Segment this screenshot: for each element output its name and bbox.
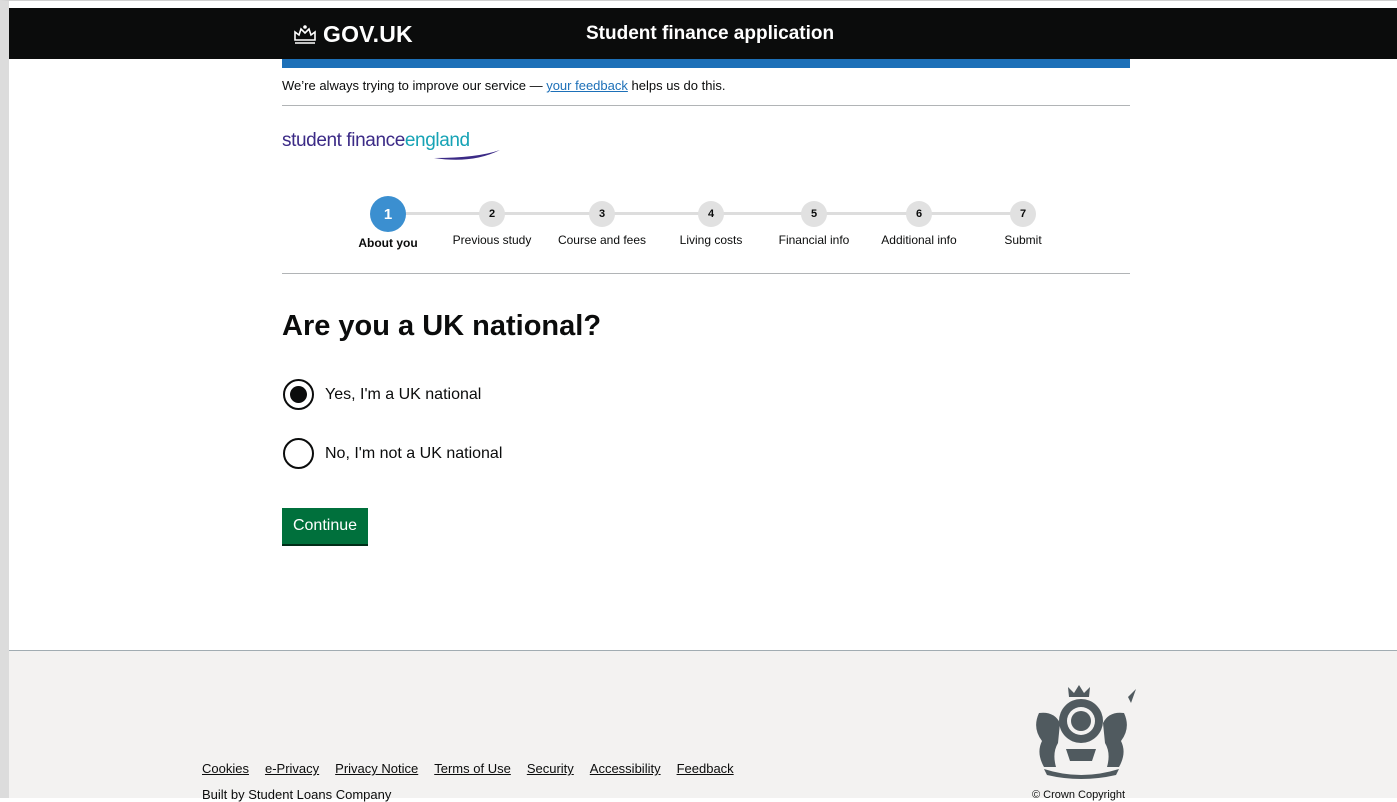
continue-button[interactable]: Continue <box>282 508 368 544</box>
feedback-suffix: helps us do this. <box>631 78 726 93</box>
step-number: 7 <box>1010 201 1036 227</box>
footer-link-eprivacy[interactable]: e-Privacy <box>265 761 319 776</box>
radio-button[interactable] <box>283 438 314 469</box>
crown-icon <box>294 25 316 44</box>
step-number: 4 <box>698 201 724 227</box>
feedback-banner: We’re always trying to improve our servi… <box>282 68 1130 106</box>
radio-button-selected[interactable] <box>283 379 314 410</box>
step-label: Course and fees <box>557 233 647 247</box>
header-blue-bar <box>282 59 1130 68</box>
step-1: 1 About you <box>338 196 438 250</box>
step-6: 6 Additional info <box>869 196 969 247</box>
footer-link-security[interactable]: Security <box>527 761 574 776</box>
step-5: 5 Financial info <box>764 196 864 247</box>
step-number: 6 <box>906 201 932 227</box>
step-label: Previous study <box>452 233 532 247</box>
royal-coat-of-arms-icon <box>1036 685 1136 779</box>
step-7: 7 Submit <box>973 196 1073 247</box>
step-label: Additional info <box>881 233 957 247</box>
radio-label[interactable]: No, I'm not a UK national <box>325 445 502 463</box>
step-label: Financial info <box>778 233 850 247</box>
footer-link-feedback[interactable]: Feedback <box>677 761 734 776</box>
sfe-swoosh-icon <box>434 150 500 160</box>
step-number: 1 <box>370 196 406 232</box>
service-name[interactable]: Student finance application <box>586 23 834 45</box>
footer-link-accessibility[interactable]: Accessibility <box>590 761 661 776</box>
feedback-link[interactable]: your feedback <box>546 78 628 93</box>
radio-label[interactable]: Yes, I'm a UK national <box>325 386 481 404</box>
govuk-logo-text: GOV.UK <box>323 20 413 47</box>
step-number: 2 <box>479 201 505 227</box>
built-by-text: Built by Student Loans Company <box>202 787 392 802</box>
sfe-logo: student financeengland <box>282 130 512 164</box>
step-2: 2 Previous study <box>442 196 542 247</box>
sfe-logo-part1: student finance <box>282 130 405 151</box>
govuk-logo-link[interactable]: GOV.UK <box>292 16 492 52</box>
radio-yes-uk-national[interactable]: Yes, I'm a UK national <box>283 379 481 410</box>
step-4: 4 Living costs <box>661 196 761 247</box>
step-label: About you <box>358 236 418 250</box>
step-number: 3 <box>589 201 615 227</box>
page-title: Are you a UK national? <box>282 310 602 342</box>
step-label: Submit <box>1004 233 1042 247</box>
footer: Cookies e-Privacy Privacy Notice Terms o… <box>9 650 1397 802</box>
step-3: 3 Course and fees <box>552 196 652 247</box>
step-number: 5 <box>801 201 827 227</box>
progress-stepper: 1 About you 2 Previous study 3 Course an… <box>340 196 1060 256</box>
footer-links: Cookies e-Privacy Privacy Notice Terms o… <box>202 761 750 776</box>
feedback-prefix: We’re always trying to improve our servi… <box>282 78 543 93</box>
section-divider <box>282 273 1130 274</box>
footer-link-cookies[interactable]: Cookies <box>202 761 249 776</box>
crown-copyright-link[interactable]: © Crown Copyright <box>1032 789 1125 801</box>
govuk-header: GOV.UK Student finance application <box>9 8 1397 59</box>
footer-link-terms-of-use[interactable]: Terms of Use <box>434 761 511 776</box>
footer-link-privacy-notice[interactable]: Privacy Notice <box>335 761 418 776</box>
radio-dot <box>290 386 307 403</box>
radio-no-uk-national[interactable]: No, I'm not a UK national <box>283 438 502 469</box>
step-label: Living costs <box>679 233 743 247</box>
